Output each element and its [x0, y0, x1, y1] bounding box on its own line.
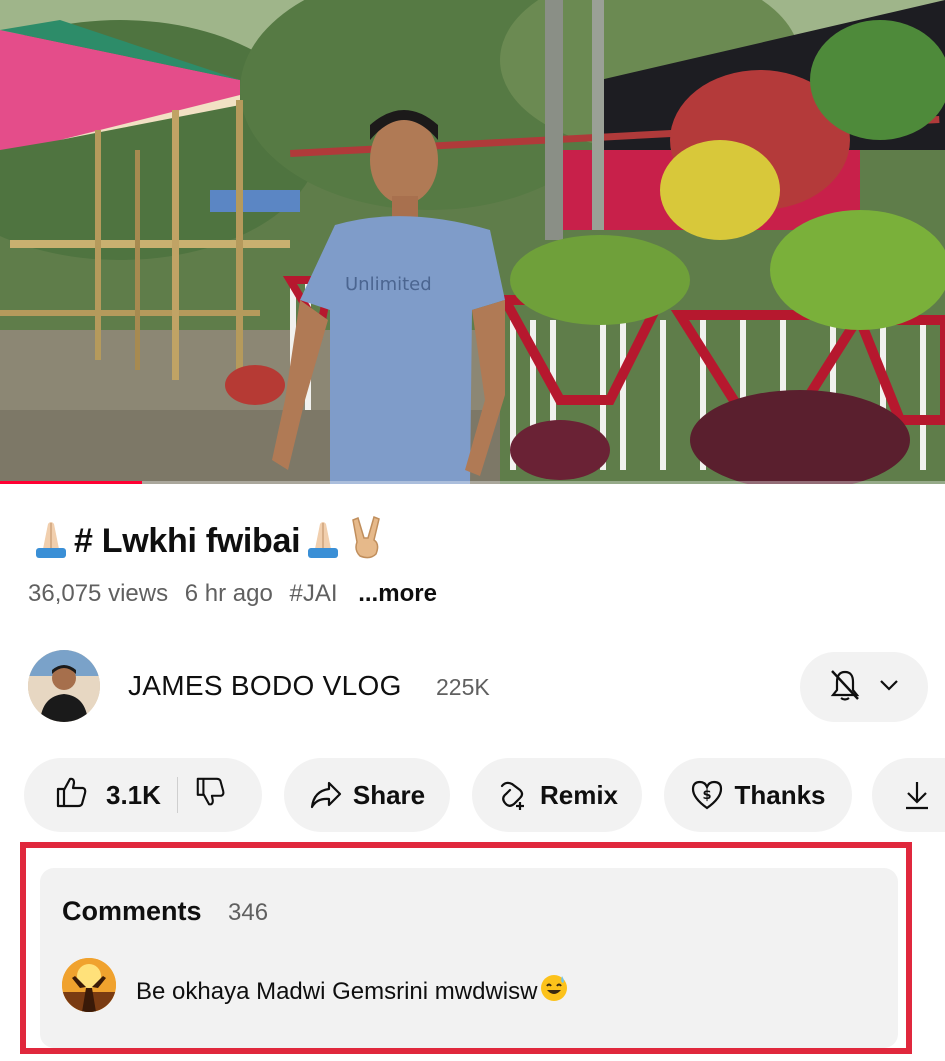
- video-progress-bar[interactable]: [0, 481, 945, 484]
- share-button[interactable]: Share: [284, 758, 450, 832]
- more-description-link[interactable]: ...more: [358, 580, 437, 607]
- comments-highlight-frame: Comments 346 Be okhaya Madwi Gemsrini mw…: [20, 842, 912, 1054]
- folded-hands-emoji-icon-2: [300, 514, 346, 569]
- share-label: Share: [352, 779, 426, 810]
- grinning-sweat-emoji-icon: [539, 973, 569, 1010]
- video-frame-image: Unlimited: [0, 0, 945, 484]
- remix-button[interactable]: Remix: [472, 758, 642, 832]
- commenter-avatar[interactable]: [62, 958, 116, 1012]
- thumbs-up-icon: [54, 775, 88, 816]
- view-count: 36,075 views: [28, 580, 169, 607]
- video-title[interactable]: # Lwkhi fwibai: [28, 514, 388, 569]
- channel-avatar[interactable]: [28, 650, 100, 722]
- thanks-label: Thanks: [734, 779, 826, 810]
- remix-label: Remix: [539, 779, 619, 810]
- channel-name[interactable]: JAMES BODO VLOG: [128, 670, 402, 702]
- action-bar: 3.1K Share Remix $ Thanks: [24, 758, 945, 832]
- comments-count: 346: [228, 899, 269, 926]
- like-dislike-group: 3.1K: [24, 758, 262, 832]
- hashtag-link[interactable]: #JAI: [290, 580, 338, 607]
- video-title-text: # Lwkhi fwibai: [74, 522, 301, 560]
- download-button[interactable]: [872, 758, 945, 832]
- subscriber-count: 225K: [436, 674, 490, 700]
- victory-hand-emoji-icon: [346, 514, 388, 569]
- top-comment-text: Be okhaya Madwi Gemsrini mwdwisw: [136, 977, 538, 1005]
- thanks-button[interactable]: $ Thanks: [664, 758, 852, 832]
- shirt-print: Unlimited: [345, 274, 432, 295]
- dislike-button[interactable]: [194, 776, 226, 815]
- comments-heading: Comments: [62, 896, 202, 926]
- top-comment: Be okhaya Madwi Gemsrini mwdwisw: [136, 973, 569, 1010]
- bell-off-icon: [829, 668, 861, 707]
- like-button[interactable]: [54, 775, 88, 816]
- video-progress-fill: [0, 481, 142, 484]
- video-player[interactable]: Unlimited: [0, 0, 945, 484]
- video-meta[interactable]: 36,075 views 6 hr ago #JAI ...more: [28, 580, 447, 608]
- heart-dollar-icon: $: [690, 779, 724, 811]
- remix-icon: [496, 778, 530, 812]
- folded-hands-emoji-icon: [28, 514, 74, 569]
- download-icon: [902, 779, 932, 811]
- chevron-down-icon: [879, 678, 899, 696]
- like-divider: [176, 777, 178, 813]
- svg-text:$: $: [703, 788, 712, 803]
- share-arrow-icon: [309, 780, 343, 810]
- thumbs-down-icon: [194, 776, 226, 815]
- upload-age: 6 hr ago: [184, 580, 273, 607]
- like-count[interactable]: 3.1K: [106, 780, 161, 811]
- notification-bell-button[interactable]: [800, 652, 928, 722]
- comments-preview[interactable]: Comments 346 Be okhaya Madwi Gemsrini mw…: [40, 868, 898, 1048]
- channel-row: JAMES BODO VLOG 225K: [28, 650, 928, 724]
